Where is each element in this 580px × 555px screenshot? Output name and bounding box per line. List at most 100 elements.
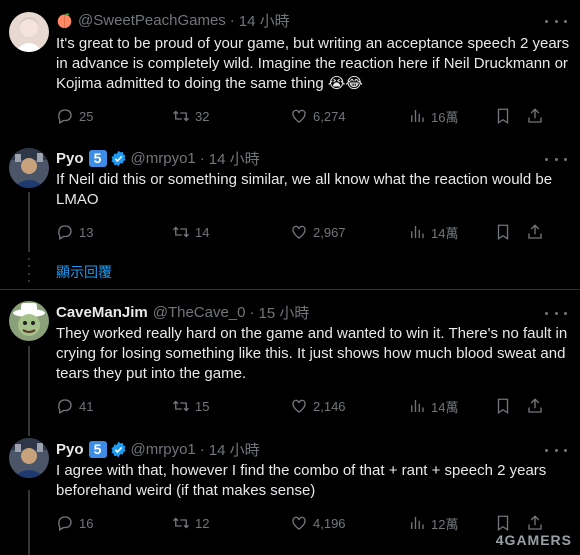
watermark-logo: 4GAMERS bbox=[495, 532, 572, 548]
share-icon bbox=[528, 515, 542, 530]
reply-button[interactable]: 13 bbox=[56, 222, 93, 242]
tweet-time[interactable]: 15 小時 bbox=[259, 302, 310, 323]
bookmark-button[interactable] bbox=[494, 513, 512, 533]
verified-icon bbox=[110, 441, 127, 458]
views-count: 14萬 bbox=[431, 225, 459, 241]
bookmark-icon bbox=[497, 515, 509, 532]
views-button[interactable]: 16萬 bbox=[408, 106, 458, 126]
bookmark-button[interactable] bbox=[494, 396, 512, 416]
like-count: 2,967 bbox=[313, 224, 346, 240]
heart-icon bbox=[292, 109, 306, 123]
tweet-actions: 16 12 4,196 12萬 bbox=[56, 513, 576, 533]
tweet-text: If Neil did this or something similar, w… bbox=[56, 171, 553, 208]
heart-icon bbox=[292, 399, 306, 413]
tweet-header: Pyo 5 @mrpyo1 · 14 小時 bbox=[56, 148, 260, 168]
bookmark-icon bbox=[497, 224, 509, 241]
retweet-button[interactable]: 15 bbox=[172, 396, 209, 416]
avatar[interactable] bbox=[9, 301, 49, 341]
views-count: 12萬 bbox=[431, 516, 459, 532]
tweet-handle[interactable]: @mrpyo1 bbox=[131, 150, 196, 167]
tweet-4[interactable]: Pyo 5 @mrpyo1 · 14 小時 I agree with that,… bbox=[0, 430, 580, 555]
retweet-button[interactable]: 12 bbox=[172, 513, 209, 533]
tweet-header: Pyo 5 @mrpyo1 · 14 小時 bbox=[56, 439, 260, 459]
avatar[interactable] bbox=[9, 438, 49, 478]
share-button[interactable] bbox=[526, 222, 544, 242]
more-icon[interactable] bbox=[545, 443, 567, 457]
tweet-text: I agree with that, however I find the co… bbox=[56, 462, 547, 499]
reply-button[interactable]: 25 bbox=[56, 106, 93, 126]
views-button[interactable]: 12萬 bbox=[408, 513, 458, 533]
reply-icon bbox=[58, 399, 72, 414]
retweet-count: 32 bbox=[195, 108, 210, 124]
avatar[interactable] bbox=[9, 12, 49, 52]
tweet-time[interactable]: 14 小時 bbox=[239, 10, 290, 31]
views-button[interactable]: 14萬 bbox=[408, 396, 458, 416]
tweet-text: They worked really hard on the game and … bbox=[56, 325, 568, 382]
bookmark-button[interactable] bbox=[494, 106, 512, 126]
show-replies-link[interactable]: 顯示回覆 bbox=[56, 262, 112, 282]
verified-icon bbox=[110, 150, 127, 167]
share-button[interactable] bbox=[526, 106, 544, 126]
tweet-1[interactable]: @SweetPeachGames · 14 小時 It's great to b… bbox=[0, 0, 580, 130]
display-name[interactable]: Pyo bbox=[56, 441, 84, 458]
reply-icon bbox=[58, 109, 72, 124]
reply-button[interactable]: 41 bbox=[56, 396, 93, 416]
tweet-actions: 25 32 6,274 16萬 bbox=[56, 106, 576, 126]
tweet-handle[interactable]: @SweetPeachGames bbox=[78, 12, 226, 29]
retweet-icon bbox=[173, 110, 189, 122]
retweet-icon bbox=[173, 400, 189, 412]
display-name[interactable]: CaveManJim bbox=[56, 304, 148, 321]
avatar[interactable] bbox=[9, 148, 49, 188]
more-icon[interactable] bbox=[545, 14, 567, 28]
views-icon bbox=[411, 226, 424, 238]
retweet-button[interactable]: 32 bbox=[172, 106, 209, 126]
tweet-actions: 41 15 2,146 14萬 bbox=[56, 396, 576, 416]
number-badge: 5 bbox=[88, 149, 107, 167]
like-button[interactable]: 6,274 bbox=[290, 106, 346, 126]
reply-count: 16 bbox=[79, 515, 94, 531]
share-icon bbox=[528, 224, 542, 239]
reply-button[interactable]: 16 bbox=[56, 513, 93, 533]
more-icon[interactable] bbox=[545, 152, 567, 166]
reply-count: 41 bbox=[79, 398, 94, 414]
peach-icon bbox=[56, 12, 73, 29]
separator-dot: · bbox=[199, 149, 205, 167]
views-count: 14萬 bbox=[431, 399, 459, 415]
tweet-2[interactable]: Pyo 5 @mrpyo1 · 14 小時 If Neil did this o… bbox=[0, 140, 580, 250]
reply-count: 13 bbox=[79, 224, 94, 240]
tweet-time[interactable]: 14 小時 bbox=[209, 148, 260, 169]
like-button[interactable]: 2,967 bbox=[290, 222, 346, 242]
heart-icon bbox=[292, 225, 306, 239]
views-count: 16萬 bbox=[431, 109, 459, 125]
retweet-icon bbox=[173, 226, 189, 238]
tweet-3[interactable]: CaveManJim @TheCave_0 · 15 小時 They worke… bbox=[0, 290, 580, 430]
like-button[interactable]: 2,146 bbox=[290, 396, 346, 416]
separator-dot: · bbox=[199, 440, 205, 458]
like-count: 2,146 bbox=[313, 398, 346, 414]
tweet-handle[interactable]: @TheCave_0 bbox=[153, 304, 246, 321]
tweet-text: It's great to be proud of your game, but… bbox=[56, 35, 570, 92]
separator-dot: · bbox=[229, 11, 235, 29]
like-button[interactable]: 4,196 bbox=[290, 513, 346, 533]
share-icon bbox=[528, 108, 542, 123]
more-icon[interactable] bbox=[545, 306, 567, 320]
bookmark-button[interactable] bbox=[494, 222, 512, 242]
tweet-actions: 13 14 2,967 14萬 bbox=[56, 222, 576, 242]
views-button[interactable]: 14萬 bbox=[408, 222, 458, 242]
tweet-header: @SweetPeachGames · 14 小時 bbox=[56, 10, 290, 30]
like-count: 6,274 bbox=[313, 108, 346, 124]
tweet-time[interactable]: 14 小時 bbox=[209, 439, 260, 460]
tweet-header: CaveManJim @TheCave_0 · 15 小時 bbox=[56, 302, 309, 322]
retweet-count: 15 bbox=[195, 398, 210, 414]
views-icon bbox=[411, 517, 424, 529]
display-name[interactable]: Pyo bbox=[56, 150, 84, 167]
thread-dots bbox=[28, 258, 30, 282]
bookmark-icon bbox=[497, 108, 509, 125]
retweet-icon bbox=[173, 517, 189, 529]
share-button[interactable] bbox=[526, 396, 544, 416]
retweet-button[interactable]: 14 bbox=[172, 222, 209, 242]
share-button[interactable] bbox=[526, 513, 544, 533]
tweet-handle[interactable]: @mrpyo1 bbox=[131, 441, 196, 458]
bookmark-icon bbox=[497, 398, 509, 415]
reply-icon bbox=[58, 225, 72, 240]
